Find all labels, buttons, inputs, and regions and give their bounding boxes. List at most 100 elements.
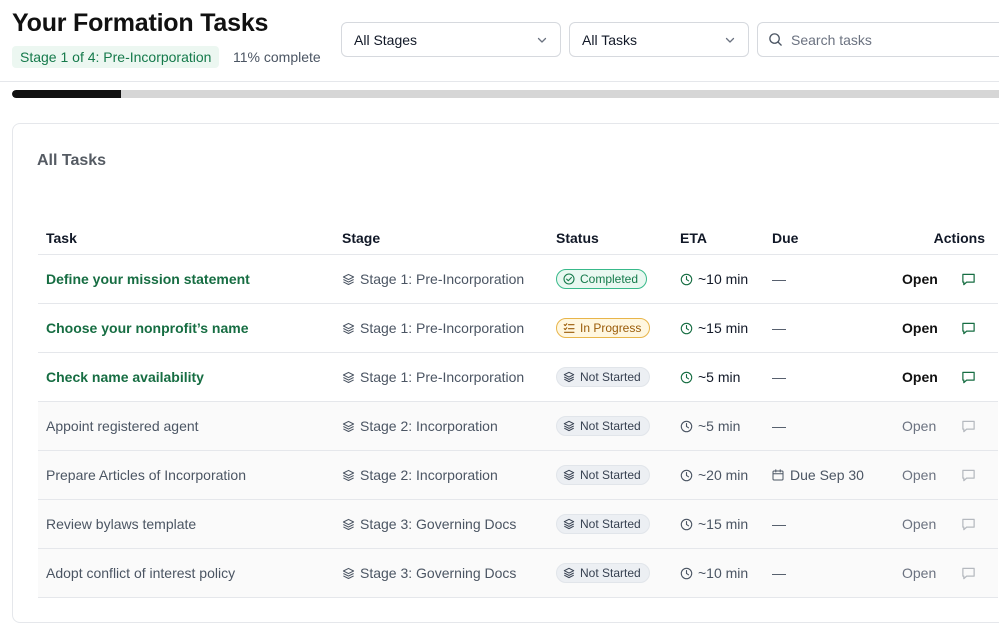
chevron-down-icon bbox=[537, 37, 547, 43]
stage-label: Stage 1: Pre-Incorporation bbox=[360, 369, 525, 385]
clock-icon bbox=[680, 322, 693, 334]
column-header-status: Status bbox=[556, 230, 599, 246]
stage-cell: Stage 2: Incorporation bbox=[342, 402, 498, 450]
open-task-link[interactable]: Open bbox=[902, 565, 936, 581]
tasks-table: Task Stage Status ETA Due Actions Define… bbox=[38, 222, 998, 598]
comment-button[interactable] bbox=[961, 500, 976, 548]
card-title: All Tasks bbox=[37, 152, 107, 169]
eta-cell: ~15 min bbox=[680, 500, 748, 548]
stage-label: Stage 2: Incorporation bbox=[360, 467, 498, 483]
eta-value: ~15 min bbox=[698, 320, 749, 336]
task-name-cell: Adopt conflict of interest policy bbox=[46, 549, 235, 597]
due-value: — bbox=[772, 369, 786, 385]
column-header-eta: ETA bbox=[680, 230, 707, 246]
due-value: — bbox=[772, 516, 786, 532]
eta-value: ~20 min bbox=[698, 467, 749, 483]
status-label: Not Started bbox=[580, 517, 641, 531]
eta-value: ~10 min bbox=[698, 271, 749, 287]
status-cell: Not Started bbox=[556, 402, 650, 450]
stage-cell: Stage 3: Governing Docs bbox=[342, 500, 516, 548]
task-name-link[interactable]: Choose your nonprofit’s name bbox=[46, 320, 249, 336]
task-filter-select[interactable]: All Tasks bbox=[569, 22, 749, 57]
search-input[interactable] bbox=[791, 31, 991, 48]
stage-badge: Stage 1 of 4: Pre-Incorporation bbox=[12, 46, 220, 68]
layers-icon bbox=[563, 567, 575, 579]
task-name-link[interactable]: Define your mission statement bbox=[46, 271, 250, 287]
layers-icon bbox=[342, 322, 355, 334]
open-task-link[interactable]: Open bbox=[902, 271, 938, 287]
due-cell: — bbox=[772, 353, 786, 401]
clock-icon bbox=[680, 420, 693, 432]
status-label: In Progress bbox=[580, 321, 642, 335]
stage-cell: Stage 2: Incorporation bbox=[342, 451, 498, 499]
open-cell: Open bbox=[902, 255, 938, 303]
layers-icon bbox=[563, 420, 575, 432]
table-row: Choose your nonprofit’s name Stage 1: Pre… bbox=[38, 304, 998, 353]
stage-label: Stage 1: Pre-Incorporation bbox=[360, 320, 525, 336]
clock-icon bbox=[680, 567, 693, 579]
task-name-cell: Choose your nonprofit’s name bbox=[46, 304, 249, 352]
comment-button[interactable] bbox=[961, 353, 976, 401]
open-task-link[interactable]: Open bbox=[902, 369, 938, 385]
calendar-icon bbox=[772, 469, 784, 481]
comment-button[interactable] bbox=[961, 402, 976, 450]
comment-button[interactable] bbox=[961, 255, 976, 303]
eta-value: ~5 min bbox=[698, 369, 741, 385]
comment-icon bbox=[962, 371, 975, 383]
open-cell: Open bbox=[902, 549, 936, 597]
task-name-cell: Appoint registered agent bbox=[46, 402, 199, 450]
task-name-link[interactable]: Prepare Articles of Incorporation bbox=[46, 467, 246, 483]
layers-icon bbox=[342, 518, 355, 530]
task-filter-value: All Tasks bbox=[582, 31, 637, 48]
task-name-link[interactable]: Check name availability bbox=[46, 369, 204, 385]
search-box[interactable] bbox=[757, 22, 999, 57]
task-name-cell: Check name availability bbox=[46, 353, 204, 401]
open-task-link[interactable]: Open bbox=[902, 467, 936, 483]
status-cell: In Progress bbox=[556, 304, 651, 352]
eta-cell: ~5 min bbox=[680, 353, 740, 401]
comment-button[interactable] bbox=[961, 304, 976, 352]
layers-icon bbox=[342, 567, 355, 579]
status-label: Not Started bbox=[580, 370, 641, 384]
list-progress-icon bbox=[563, 323, 575, 333]
search-icon bbox=[769, 33, 782, 46]
task-name-link[interactable]: Review bylaws template bbox=[46, 516, 196, 532]
table-row: Define your mission statement Stage 1: Pr… bbox=[38, 255, 998, 304]
stage-filter-select[interactable]: All Stages bbox=[341, 22, 561, 57]
comment-icon bbox=[962, 322, 975, 334]
progress-bar-fill bbox=[12, 90, 121, 98]
table-row: Adopt conflict of interest policy Stage 3… bbox=[38, 549, 998, 598]
table-body: Define your mission statement Stage 1: Pr… bbox=[38, 255, 998, 598]
progress-percent-text: 11% complete bbox=[233, 49, 321, 65]
status-badge: Not Started bbox=[556, 563, 650, 583]
open-task-link[interactable]: Open bbox=[902, 320, 938, 336]
column-header-stage: Stage bbox=[342, 230, 381, 246]
open-task-link[interactable]: Open bbox=[902, 418, 936, 434]
eta-cell: ~15 min bbox=[680, 304, 748, 352]
stage-cell: Stage 1: Pre-Incorporation bbox=[342, 255, 524, 303]
eta-cell: ~20 min bbox=[680, 451, 748, 499]
comment-icon bbox=[962, 420, 975, 432]
eta-cell: ~10 min bbox=[680, 549, 748, 597]
clock-icon bbox=[680, 518, 693, 530]
layers-icon bbox=[342, 420, 355, 432]
status-cell: Not Started bbox=[556, 451, 650, 499]
chevron-down-icon bbox=[725, 37, 735, 43]
status-badge: Not Started bbox=[556, 465, 650, 485]
comment-button[interactable] bbox=[961, 549, 976, 597]
eta-value: ~5 min bbox=[698, 418, 741, 434]
task-name-link[interactable]: Adopt conflict of interest policy bbox=[46, 565, 235, 581]
open-cell: Open bbox=[902, 353, 938, 401]
open-cell: Open bbox=[902, 304, 938, 352]
comment-button[interactable] bbox=[961, 451, 976, 499]
open-cell: Open bbox=[902, 451, 936, 499]
due-cell: Due Sep 30 bbox=[772, 451, 864, 499]
due-value: — bbox=[772, 418, 786, 434]
task-name-link[interactable]: Appoint registered agent bbox=[46, 418, 199, 434]
open-task-link[interactable]: Open bbox=[902, 516, 936, 532]
column-header-due: Due bbox=[772, 230, 799, 246]
status-label: Not Started bbox=[580, 566, 641, 580]
clock-icon bbox=[680, 371, 693, 383]
table-row: Appoint registered agent Stage 2: Incorpo… bbox=[38, 402, 998, 451]
due-cell: — bbox=[772, 255, 786, 303]
